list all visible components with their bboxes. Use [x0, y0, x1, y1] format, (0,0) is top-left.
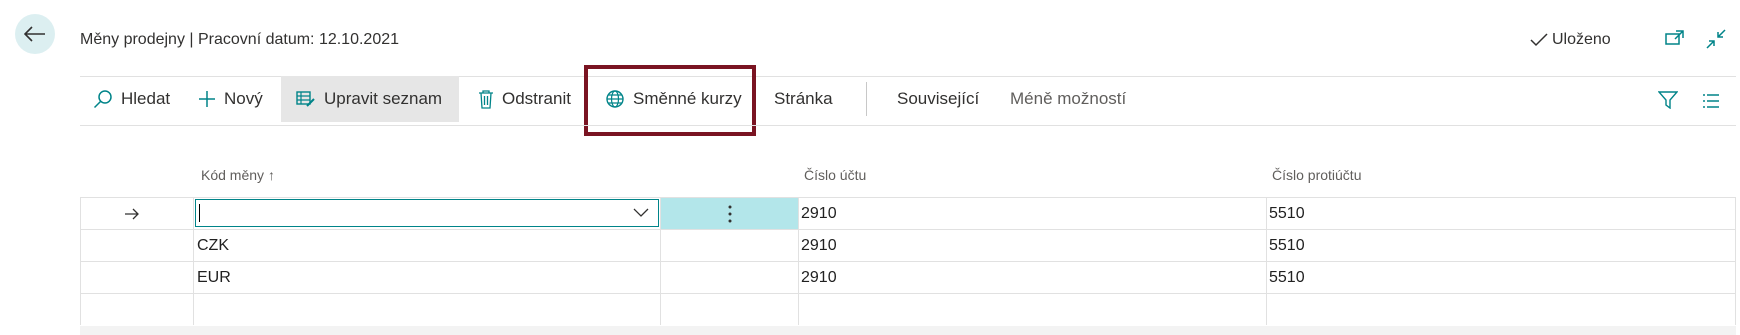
page-menu-button[interactable]: Stránka [774, 76, 833, 122]
currency-code-cell[interactable]: CZK [197, 230, 229, 262]
edit-list-button[interactable]: Upravit seznam [296, 76, 442, 122]
delete-button[interactable]: Odstranit [478, 76, 571, 122]
checkmark-icon [1530, 33, 1548, 47]
currency-code-cell[interactable]: EUR [197, 262, 231, 294]
currency-code-input[interactable] [195, 199, 659, 227]
collapse-icon[interactable] [1705, 28, 1727, 50]
row-actions-button[interactable] [661, 198, 799, 229]
search-icon [93, 90, 112, 109]
table-row[interactable]: EUR 2910 5510 [80, 261, 1736, 294]
column-header-account[interactable]: Číslo účtu [804, 167, 866, 183]
more-options-icon [728, 205, 732, 222]
column-header-code[interactable]: Kód měny ↑ [201, 167, 275, 183]
sort-ascending-icon: ↑ [267, 167, 275, 183]
back-button[interactable] [15, 14, 55, 54]
chevron-down-icon[interactable] [633, 208, 649, 218]
account-cell[interactable]: 2910 [801, 262, 837, 294]
page-menu-label: Stránka [774, 89, 833, 108]
account-cell[interactable]: 2910 [801, 230, 837, 262]
grid-line [798, 197, 799, 325]
arrow-left-icon [24, 26, 45, 42]
toolbar-bottom-divider [80, 125, 1736, 126]
toolbar-separator [866, 82, 867, 116]
table-row[interactable] [80, 293, 1736, 327]
column-header-code-label: Kód měny [201, 167, 265, 183]
contra-account-cell[interactable]: 5510 [1269, 262, 1305, 294]
account-cell[interactable]: 2910 [801, 198, 837, 230]
saved-label: Uloženo [1552, 31, 1611, 48]
related-menu-button[interactable]: Související [897, 76, 979, 122]
text-cursor [199, 204, 200, 222]
delete-label: Odstranit [502, 89, 571, 108]
saved-status: Uloženo [1530, 31, 1611, 49]
grid-line [660, 197, 661, 325]
filter-icon[interactable] [1657, 91, 1679, 114]
table-row[interactable]: 2910 5510 [80, 197, 1736, 230]
list-view-icon[interactable] [1702, 93, 1720, 114]
fewer-options-label: Méně možností [1010, 89, 1127, 108]
search-button[interactable]: Hledat [93, 76, 170, 122]
grid-line [1266, 197, 1267, 325]
open-new-window-icon[interactable] [1664, 28, 1686, 50]
fewer-options-button[interactable]: Méně možností [1010, 76, 1126, 122]
column-header-contra-account[interactable]: Číslo protiúčtu [1272, 167, 1361, 183]
new-button[interactable]: Nový [198, 76, 263, 122]
grid-line [1735, 197, 1736, 325]
table-row[interactable]: CZK 2910 5510 [80, 229, 1736, 262]
contra-account-cell[interactable]: 5510 [1269, 198, 1305, 230]
grid-footer [80, 326, 1736, 335]
page-title: Měny prodejny | Pracovní datum: 12.10.20… [80, 31, 400, 48]
plus-icon [199, 91, 215, 107]
grid-line [193, 197, 194, 325]
related-menu-label: Související [897, 89, 980, 108]
contra-account-cell[interactable]: 5510 [1269, 230, 1305, 262]
grid-line [80, 197, 81, 325]
edit-list-label: Upravit seznam [324, 89, 443, 108]
edit-list-icon [296, 91, 315, 107]
search-label: Hledat [121, 89, 171, 108]
trash-icon [479, 90, 493, 109]
new-label: Nový [224, 89, 263, 108]
row-arrow-icon [124, 198, 184, 230]
